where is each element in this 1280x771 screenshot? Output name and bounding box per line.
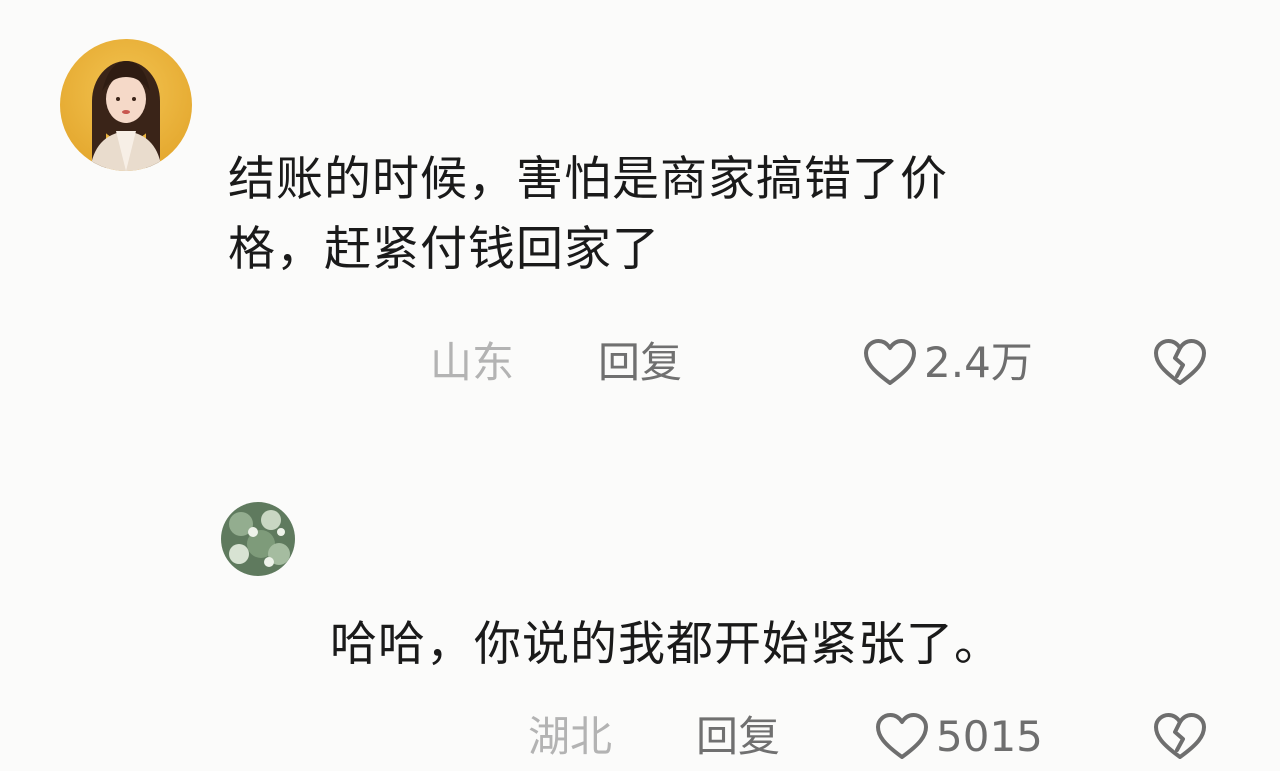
woman-portrait-avatar [60,39,192,171]
comment-item: 哈哈，你说的我都开始紧张了。 湖北 回复 5015 [0,420,1280,771]
user-avatar[interactable] [221,502,295,576]
location-label: 山东 [430,338,515,387]
comment-text-line: 哈哈，你说的我都开始紧张了。 [330,617,1002,672]
broken-heart-icon [1154,339,1206,385]
like-button[interactable]: 5015 [874,707,1043,767]
comment-text-line: 结账的时候，害怕是商家搞错了价 [228,152,948,207]
comment-meta: 湖北 回复 5015 [0,707,1280,767]
comment-text: 结账的时候，害怕是商家搞错了价 格，赶紧付钱回家了 [228,145,948,285]
reply-button[interactable]: 回复 [696,707,780,767]
comment-meta: 山东 回复 2.4万 [0,333,1280,393]
comment-text-line: 格，赶紧付钱回家了 [228,222,660,277]
heart-outline-icon [864,339,916,385]
heart-outline-icon [876,713,928,759]
like-count: 2.4万 [924,338,1033,387]
dislike-button[interactable] [1152,338,1208,392]
comment-text: 哈哈，你说的我都开始紧张了。 [330,610,1002,680]
reply-button[interactable]: 回复 [598,333,682,393]
broken-heart-icon [1154,713,1206,759]
green-floral-avatar [221,502,295,576]
location-label: 湖北 [528,712,613,761]
dislike-button[interactable] [1152,712,1208,766]
like-count: 5015 [936,712,1043,761]
user-avatar[interactable] [60,39,192,171]
comment-item: 结账的时候，害怕是商家搞错了价 格，赶紧付钱回家了 山东 回复 2.4万 [0,0,1280,420]
like-button[interactable]: 2.4万 [862,333,1033,393]
